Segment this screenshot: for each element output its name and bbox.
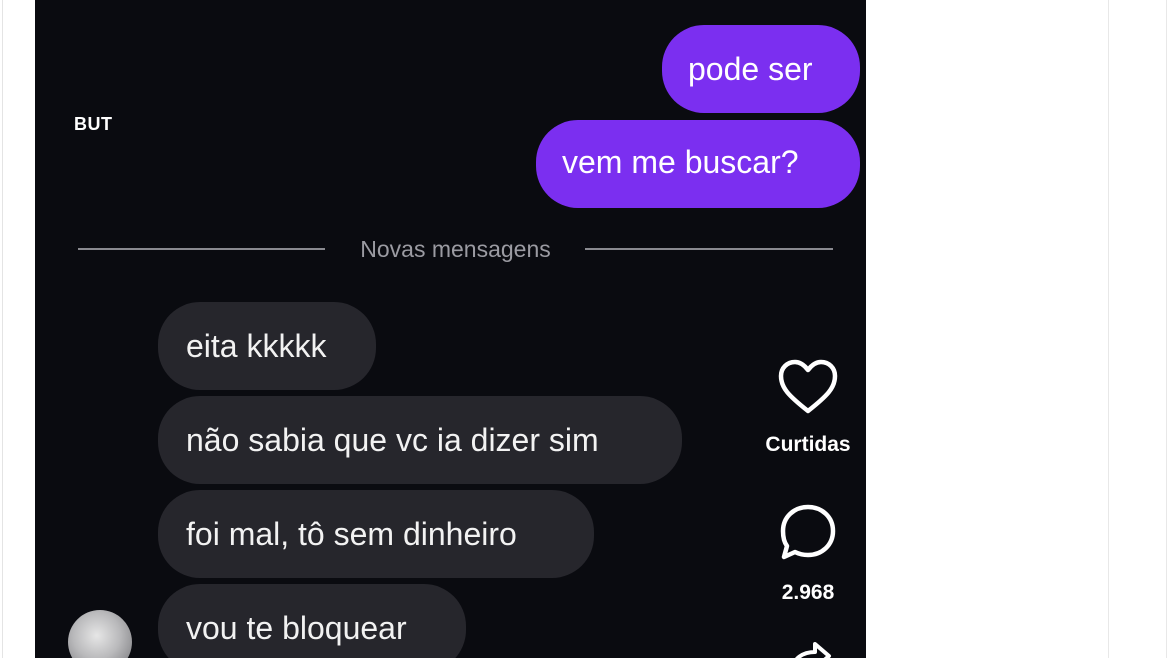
likes-label: Curtidas: [765, 433, 851, 456]
frame-border: [1166, 0, 1167, 658]
new-messages-divider: Novas mensagens: [78, 236, 833, 262]
message-text: foi mal, tô sem dinheiro: [186, 516, 517, 552]
comment-icon: [780, 504, 836, 560]
avatar[interactable]: [68, 610, 132, 658]
received-message[interactable]: foi mal, tô sem dinheiro: [158, 490, 594, 578]
received-message[interactable]: eita kkkkk: [158, 302, 376, 390]
divider-label: Novas mensagens: [360, 236, 551, 262]
received-message[interactable]: não sabia que vc ia dizer sim: [158, 396, 682, 484]
sent-message[interactable]: pode ser: [662, 25, 860, 113]
message-text: pode ser: [688, 51, 813, 87]
frame-border: [2, 0, 3, 658]
page: BUT pode ser vem me buscar? Novas mensag…: [0, 0, 1170, 658]
caption-text: BUT: [74, 114, 113, 134]
comment-button[interactable]: 2.968: [755, 502, 861, 605]
like-button[interactable]: Curtidas: [755, 358, 861, 457]
heart-icon: [778, 359, 838, 414]
message-text: eita kkkkk: [186, 328, 327, 364]
share-icon: [795, 642, 831, 658]
frame-border: [1108, 0, 1109, 658]
share-button[interactable]: [755, 638, 861, 658]
comments-count: 2.968: [781, 581, 835, 604]
message-text: vou te bloquear: [186, 610, 407, 646]
sent-message[interactable]: vem me buscar?: [536, 120, 860, 208]
received-message[interactable]: vou te bloquear: [158, 584, 466, 658]
message-text: não sabia que vc ia dizer sim: [186, 422, 599, 458]
message-text: vem me buscar?: [562, 144, 799, 180]
chat-screen: BUT pode ser vem me buscar? Novas mensag…: [35, 0, 866, 658]
